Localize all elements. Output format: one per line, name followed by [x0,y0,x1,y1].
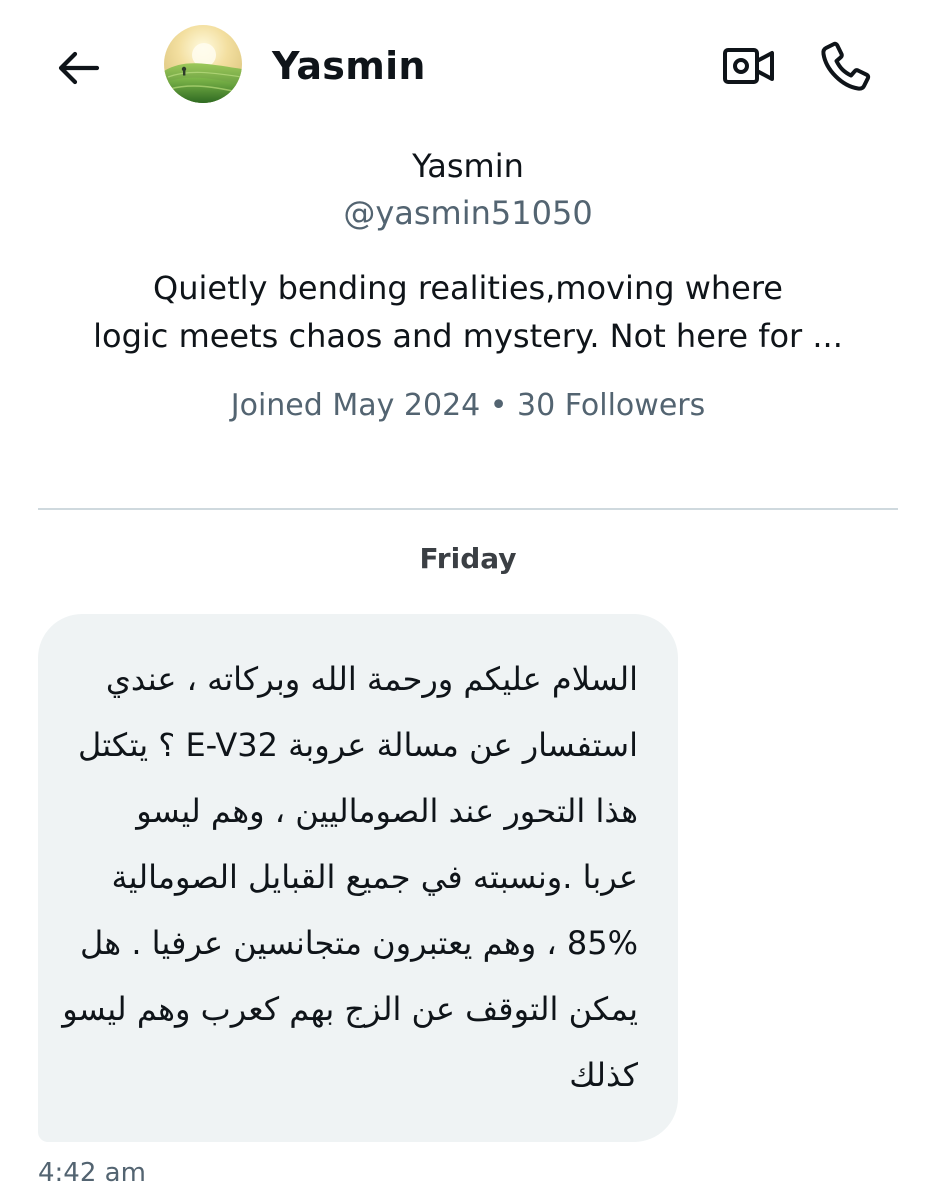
message-text-line: استفسار عن مسالة عروبة E-V32 ؟ يتكتل [78,726,638,764]
profile-summary: Yasmin @yasmin51050 Quietly bending real… [0,140,936,428]
message-bubble[interactable]: السلام عليكم ورحمة الله وبركاته ، عندي ا… [38,614,678,1142]
video-call-button[interactable] [717,36,781,96]
day-separator: Friday [419,542,517,575]
profile-bio: Quietly bending realities,moving where l… [68,264,868,360]
divider [38,508,898,510]
conversation-header: Yasmin [0,0,936,134]
avatar-image [164,25,242,103]
profile-bio-line: Quietly bending realities,moving where [153,269,783,307]
phone-icon [821,41,871,91]
arrow-left-icon [58,51,100,85]
avatar[interactable] [164,25,242,103]
message-text-line: كذلك [569,1056,638,1094]
message-text-line: عربا .ونسبته في جميع القبايل الصومالية [111,858,639,896]
phone-call-button[interactable] [814,34,878,98]
message-text-line: 85% ، وهم يعتبرون متجانسين عرفيا . هل [80,924,638,962]
profile-bio-line: logic meets chaos and mystery. Not here … [93,317,843,355]
message-text-line: السلام عليكم ورحمة الله وبركاته ، عندي [105,660,638,698]
back-button[interactable] [48,38,108,98]
video-call-icon [723,48,774,84]
message-text-line: هذا التحور عند الصوماليين ، وهم ليسو [136,792,638,830]
header-title[interactable]: Yasmin [272,38,426,94]
message-text-line: يمكن التوقف عن الزج بهم كعرب وهم ليسو [62,990,638,1028]
profile-name[interactable]: Yasmin [0,140,936,192]
profile-meta: Joined May 2024 • 30 Followers [230,388,706,423]
profile-handle[interactable]: @yasmin51050 [0,192,936,234]
message-timestamp: 4:42 am [38,1158,146,1188]
